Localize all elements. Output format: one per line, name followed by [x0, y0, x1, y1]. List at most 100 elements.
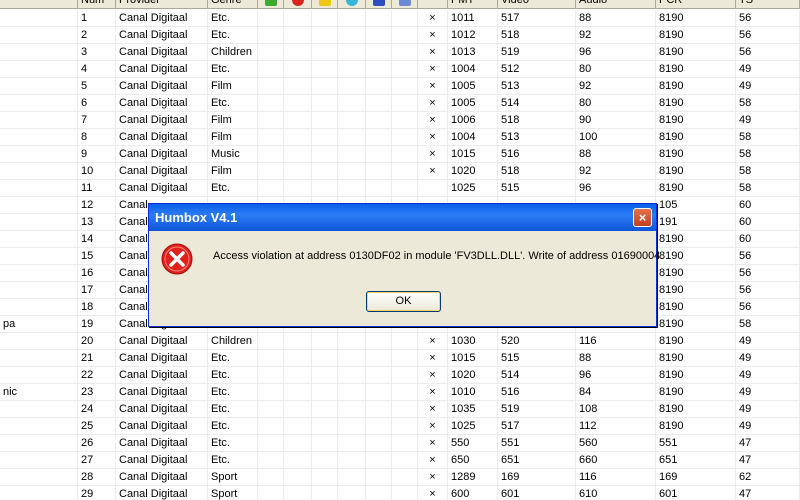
cell-pmt: 1005 — [448, 78, 498, 95]
cell-flag — [312, 367, 338, 384]
cell-provider: Canal Digitaal — [116, 333, 208, 350]
cell-mark: × — [418, 350, 448, 367]
table-row[interactable]: 26 Canal Digitaal Etc. × 550 551 560 551 47 — [0, 435, 800, 452]
cell-flag — [284, 435, 312, 452]
cell-flag — [284, 112, 312, 129]
cell-flag — [312, 146, 338, 163]
header-col-music[interactable] — [366, 0, 392, 8]
cell-mark — [418, 180, 448, 197]
table-row[interactable]: 1 Canal Digitaal Etc. × 1011 517 88 8190 56 — [0, 10, 800, 27]
cell-flag — [312, 61, 338, 78]
cell-flag — [366, 95, 392, 112]
cell-ts: 58 — [736, 129, 800, 146]
cell-ts: 56 — [736, 44, 800, 61]
cell-ts: 49 — [736, 333, 800, 350]
cell-flag — [392, 469, 418, 486]
table-row[interactable]: 21 Canal Digitaal Etc. × 1015 515 88 8190 49 — [0, 350, 800, 367]
cell-pmt: 1010 — [448, 384, 498, 401]
cell-audio: 610 — [576, 486, 656, 500]
table-row[interactable]: 11 Canal Digitaal Etc. 1025 515 96 8190 58 — [0, 180, 800, 197]
cell-flag — [258, 10, 284, 27]
cell-num: 4 — [78, 61, 116, 78]
cell-provider: Canal Digitaal — [116, 452, 208, 469]
header-num[interactable]: Num — [78, 0, 116, 8]
cell-mark: × — [418, 146, 448, 163]
cell-video: 515 — [498, 350, 576, 367]
cell-left — [0, 61, 78, 78]
cell-left — [0, 78, 78, 95]
table-row[interactable]: 10 Canal Digitaal Film × 1020 518 92 8190 58 — [0, 163, 800, 180]
cell-flag — [338, 61, 366, 78]
table-row[interactable]: 27 Canal Digitaal Etc. × 650 651 660 651 47 — [0, 452, 800, 469]
cell-genre: Etc. — [208, 418, 258, 435]
table-row[interactable]: nic 23 Canal Digitaal Etc. × 1010 516 84 8190 49 — [0, 384, 800, 401]
header-genre[interactable]: Genre — [208, 0, 258, 8]
header-mark[interactable] — [418, 0, 448, 8]
table-row[interactable]: 28 Canal Digitaal Sport × 1289 169 116 169 62 — [0, 469, 800, 486]
ok-button[interactable]: OK — [366, 291, 441, 312]
cell-left — [0, 231, 78, 248]
cell-flag — [258, 61, 284, 78]
cell-provider: Canal Digitaal — [116, 129, 208, 146]
cell-flag — [366, 146, 392, 163]
cell-flag — [392, 163, 418, 180]
cell-flag — [338, 333, 366, 350]
cell-pcr: 191 — [656, 214, 736, 231]
cell-pcr: 601 — [656, 486, 736, 500]
cell-left — [0, 282, 78, 299]
header-blank[interactable] — [0, 0, 78, 8]
header-col-star[interactable] — [338, 0, 366, 8]
header-video[interactable]: Video — [498, 0, 576, 8]
header-col-arrows[interactable] — [392, 0, 418, 8]
cell-flag — [338, 350, 366, 367]
table-row[interactable]: 24 Canal Digitaal Etc. × 1035 519 108 8190 49 — [0, 401, 800, 418]
cell-flag — [338, 401, 366, 418]
cell-num: 8 — [78, 129, 116, 146]
cell-ts: 58 — [736, 316, 800, 333]
table-row[interactable]: 22 Canal Digitaal Etc. × 1020 514 96 8190 49 — [0, 367, 800, 384]
table-row[interactable]: 9 Canal Digitaal Music × 1015 516 88 8190 58 — [0, 146, 800, 163]
cell-video: 651 — [498, 452, 576, 469]
cell-genre: Etc. — [208, 95, 258, 112]
cell-pmt: 1025 — [448, 418, 498, 435]
table-row[interactable]: 3 Canal Digitaal Children × 1013 519 96 8190 56 — [0, 44, 800, 61]
cell-pmt: 1011 — [448, 10, 498, 27]
table-row[interactable]: 2 Canal Digitaal Etc. × 1012 518 92 8190 56 — [0, 27, 800, 44]
header-col-green[interactable] — [258, 0, 284, 8]
table-row[interactable]: 29 Canal Digitaal Sport × 600 601 610 601 47 — [0, 486, 800, 500]
cell-left — [0, 299, 78, 316]
cell-flag — [258, 486, 284, 500]
table-row[interactable]: 25 Canal Digitaal Etc. × 1025 517 112 8190 49 — [0, 418, 800, 435]
cell-pmt: 1004 — [448, 61, 498, 78]
cell-ts: 58 — [736, 163, 800, 180]
cell-video: 517 — [498, 418, 576, 435]
cell-flag — [366, 180, 392, 197]
cell-flag — [392, 78, 418, 95]
header-provider[interactable]: Provider — [116, 0, 208, 8]
table-row[interactable]: 6 Canal Digitaal Etc. × 1005 514 80 8190 58 — [0, 95, 800, 112]
header-pmt[interactable]: PMT — [448, 0, 498, 8]
header-col-red[interactable] — [284, 0, 312, 8]
cell-pcr: 8190 — [656, 95, 736, 112]
table-row[interactable]: 20 Canal Digitaal Children × 1030 520 116 8190 4… — [0, 333, 800, 350]
cell-num: 28 — [78, 469, 116, 486]
star-icon — [346, 0, 358, 6]
cell-num: 5 — [78, 78, 116, 95]
table-row[interactable]: 7 Canal Digitaal Film × 1006 518 90 8190 49 — [0, 112, 800, 129]
table-row[interactable]: 5 Canal Digitaal Film × 1005 513 92 8190 49 — [0, 78, 800, 95]
cell-mark: × — [418, 435, 448, 452]
header-pcr[interactable]: PCR — [656, 0, 736, 8]
cell-left — [0, 44, 78, 61]
cell-pcr: 8190 — [656, 316, 736, 333]
table-row[interactable]: 8 Canal Digitaal Film × 1004 513 100 8190 58 — [0, 129, 800, 146]
header-col-yellow[interactable] — [312, 0, 338, 8]
cell-provider: Canal Digitaal — [116, 44, 208, 61]
table-row[interactable]: 4 Canal Digitaal Etc. × 1004 512 80 8190 49 — [0, 61, 800, 78]
cell-pmt: 1020 — [448, 367, 498, 384]
header-ts[interactable]: TS — [736, 0, 800, 8]
cell-audio: 88 — [576, 10, 656, 27]
header-audio[interactable]: Audio — [576, 0, 656, 8]
cell-video: 601 — [498, 486, 576, 500]
close-button[interactable]: × — [633, 208, 652, 227]
cell-genre: Etc. — [208, 350, 258, 367]
